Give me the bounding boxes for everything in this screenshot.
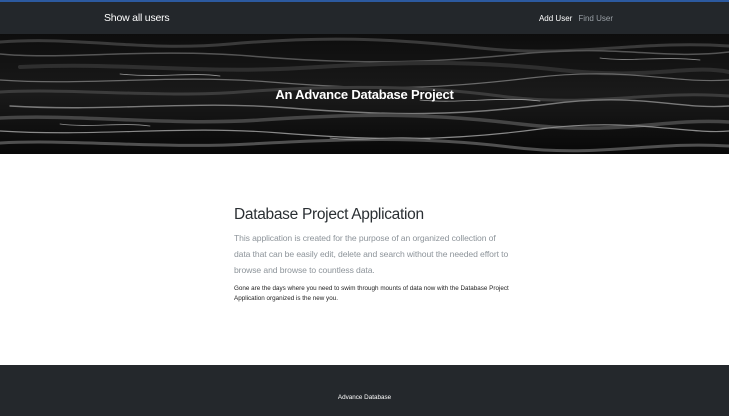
footer: Advance Database xyxy=(0,365,729,416)
hero-title: An Advance Database Project xyxy=(275,87,454,102)
nav-links: Add User Find User xyxy=(539,14,613,23)
footer-text: Advance Database xyxy=(337,394,392,401)
lead-paragraph: This application is created for the purp… xyxy=(234,233,509,275)
hero-banner: An Advance Database Project xyxy=(0,34,729,154)
page-heading: Database Project Application xyxy=(234,206,424,223)
nav-link-find-user[interactable]: Find User xyxy=(578,14,613,23)
top-navbar: Show all users Add User Find User xyxy=(0,0,729,34)
main-content: Database Project Application This applic… xyxy=(234,206,514,304)
body-paragraph: Gone are the days where you need to swim… xyxy=(234,285,509,302)
page: Show all users Add User Find User An Adv… xyxy=(0,0,729,416)
brand-link-show-all-users[interactable]: Show all users xyxy=(104,12,170,24)
nav-link-add-user[interactable]: Add User xyxy=(539,14,572,23)
